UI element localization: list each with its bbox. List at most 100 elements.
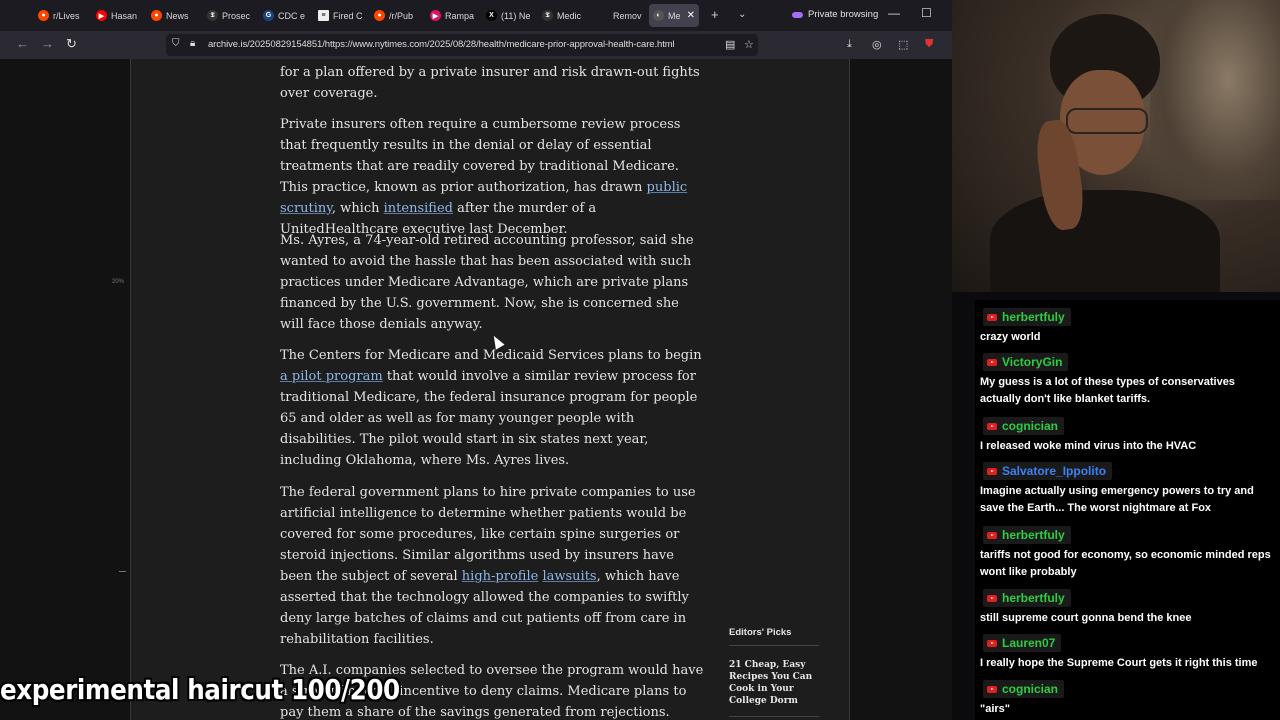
paragraph-text: , which — [331, 201, 384, 216]
chat-username[interactable]: Lauren07 — [1002, 636, 1055, 650]
youtube-icon — [987, 639, 997, 647]
chat-username-badge[interactable]: Lauren07 — [983, 634, 1062, 652]
tab-label: Fired C — [333, 10, 363, 21]
chat-message-text: My guess is a lot of these types of cons… — [980, 376, 1235, 405]
new-tab-button[interactable]: + — [711, 7, 719, 22]
shield-icon[interactable]: ⛉ — [172, 38, 180, 49]
reader-icon[interactable]: ▤ — [725, 38, 735, 51]
chat-username[interactable]: Salvatore_Ippolito — [1002, 464, 1106, 478]
address-bar[interactable]: ⛉ 🔒︎ archive.is/20250829154851/https://w… — [166, 34, 758, 56]
chat-message-text: "airs" — [980, 703, 1011, 715]
tab-fired[interactable]: ≡ Fired C — [314, 4, 366, 27]
tab-label: Medic — [557, 10, 582, 21]
chat-username[interactable]: herbertfuly — [1002, 310, 1065, 324]
chat-username-badge[interactable]: cognician — [983, 680, 1065, 698]
chat-username[interactable]: herbertfuly — [1002, 591, 1065, 605]
paragraph-text: The Centers for Medicare and Medicaid Se… — [280, 348, 702, 363]
paragraph-text: Private insurers often require a cumbers… — [280, 117, 681, 195]
tab-r-lives[interactable]: ● r/Lives — [34, 4, 86, 27]
reddit-icon: ● — [374, 10, 385, 21]
tab-r-pub[interactable]: ● /r/Pub — [370, 4, 422, 27]
chat-username-badge[interactable]: herbertfuly — [983, 308, 1071, 326]
youtube-icon — [987, 531, 997, 539]
divider — [729, 716, 819, 717]
back-icon[interactable]: ← — [16, 36, 29, 51]
chat-username-badge[interactable]: herbertfuly — [983, 589, 1071, 607]
lock-icon[interactable]: 🔒︎ — [190, 38, 195, 49]
tab-hasan[interactable]: ▶ Hasan — [92, 4, 144, 27]
url-text[interactable]: archive.is/20250829154851/https://www.ny… — [208, 39, 675, 50]
close-tab-icon[interactable]: ✕ — [687, 10, 695, 21]
webcam-feed — [952, 0, 1280, 292]
tab-medic[interactable]: 𝕿 Medic — [538, 4, 590, 27]
tab-rampa[interactable]: ▶ Rampa — [426, 4, 478, 27]
article-paragraph: The Centers for Medicare and Medicaid Se… — [280, 345, 705, 471]
chat-username[interactable]: VictoryGin — [1002, 355, 1062, 369]
webcam-background — [1150, 0, 1280, 200]
account-icon[interactable]: ◎ — [872, 38, 882, 51]
tab-label: /r/Pub — [389, 10, 414, 21]
youtube-icon — [987, 313, 997, 321]
youtube-icon — [987, 467, 997, 475]
tab-x[interactable]: X (11) Ne — [482, 4, 534, 27]
chat-username-badge[interactable]: herbertfuly — [983, 526, 1071, 544]
editors-pick-link[interactable]: 21 Cheap, Easy Recipes You Can Cook in Y… — [729, 659, 829, 707]
extensions-icon[interactable]: ⬚ — [898, 38, 908, 51]
article-paragraph: for a plan offered by a private insurer … — [280, 65, 700, 101]
chat-username-badge[interactable]: VictoryGin — [983, 353, 1069, 371]
tab-list-chevron-icon[interactable]: ⌄ — [738, 9, 746, 20]
youtube-icon: ▶ — [96, 10, 107, 21]
navigation-toolbar: ← → ↻ ⛉ 🔒︎ archive.is/20250829154851/htt… — [0, 31, 952, 59]
reload-icon[interactable]: ↻ — [66, 36, 77, 52]
chat-message: cognician I released woke mind virus into… — [975, 415, 1280, 459]
tab-active-medicare[interactable]: ◐ Me ✕ — [649, 4, 699, 27]
tab-label: Me — [668, 10, 681, 21]
webcam-person-torso — [990, 190, 1220, 292]
nyt-icon: 𝕿 — [542, 10, 553, 21]
chat-username[interactable]: herbertfuly — [1002, 528, 1065, 542]
chat-message-text: still supreme court gonna bend the knee — [980, 612, 1192, 624]
youtube-icon — [987, 358, 997, 366]
tab-label: Hasan — [111, 10, 138, 21]
chat-username-badge[interactable]: Salvatore_Ippolito — [983, 462, 1113, 480]
chat-message: herbertfuly crazy world — [975, 306, 1280, 350]
link-pilot-program[interactable]: a pilot program — [280, 369, 383, 384]
link-high-profile[interactable]: high-profile — [462, 569, 539, 584]
link-lawsuits[interactable]: lawsuits — [542, 569, 596, 584]
reddit-icon: ● — [38, 10, 49, 21]
tab-label: Remov — [613, 10, 642, 21]
youtube-icon: ▶ — [430, 10, 441, 21]
chat-username-badge[interactable]: cognician — [983, 417, 1065, 435]
link-intensified[interactable]: intensified — [384, 201, 453, 216]
tab-label: Prosec — [222, 10, 251, 21]
chat-username[interactable]: cognician — [1002, 419, 1058, 433]
tab-label: Rampa — [445, 10, 475, 21]
ublock-icon[interactable]: ⛊ — [925, 38, 933, 51]
tab-label: CDC e — [278, 10, 306, 21]
page-icon: ≡ — [318, 10, 329, 21]
youtube-icon — [987, 594, 997, 602]
web-page: 20% for a plan offered by a private insu… — [0, 59, 952, 720]
live-chat-panel: herbertfuly crazy world VictoryGin My guess… — [975, 300, 1280, 720]
tab-remov[interactable]: Remov — [594, 4, 646, 27]
private-mask-icon — [792, 11, 803, 18]
download-icon[interactable]: ⤓ — [847, 38, 852, 51]
nyt-icon: 𝕿 — [207, 10, 218, 21]
article-paragraph: The federal government plans to hire pri… — [280, 482, 705, 650]
archive-icon: ◐ — [653, 10, 664, 21]
reddit-icon: ● — [151, 10, 162, 21]
maximize-button[interactable]: ☐ — [921, 6, 932, 20]
webcam-person-glasses — [1066, 108, 1148, 134]
x-icon: X — [486, 10, 497, 21]
tab-label: r/Lives — [53, 10, 80, 21]
tab-prosec[interactable]: 𝕿 Prosec — [203, 4, 255, 27]
article-paragraph: Ms. Ayres, a 74-year-old retired account… — [280, 233, 694, 332]
tab-news[interactable]: ● News — [147, 4, 199, 27]
tab-label: (11) Ne — [501, 10, 531, 21]
star-icon[interactable]: ☆ — [744, 38, 754, 51]
forward-icon[interactable]: → — [41, 36, 54, 51]
chat-username[interactable]: cognician — [1002, 682, 1058, 696]
chat-message: Salvatore_Ippolito Imagine actually using… — [975, 460, 1280, 522]
tab-cdc[interactable]: G CDC e — [259, 4, 311, 27]
minimize-button[interactable]: — — [888, 6, 900, 20]
